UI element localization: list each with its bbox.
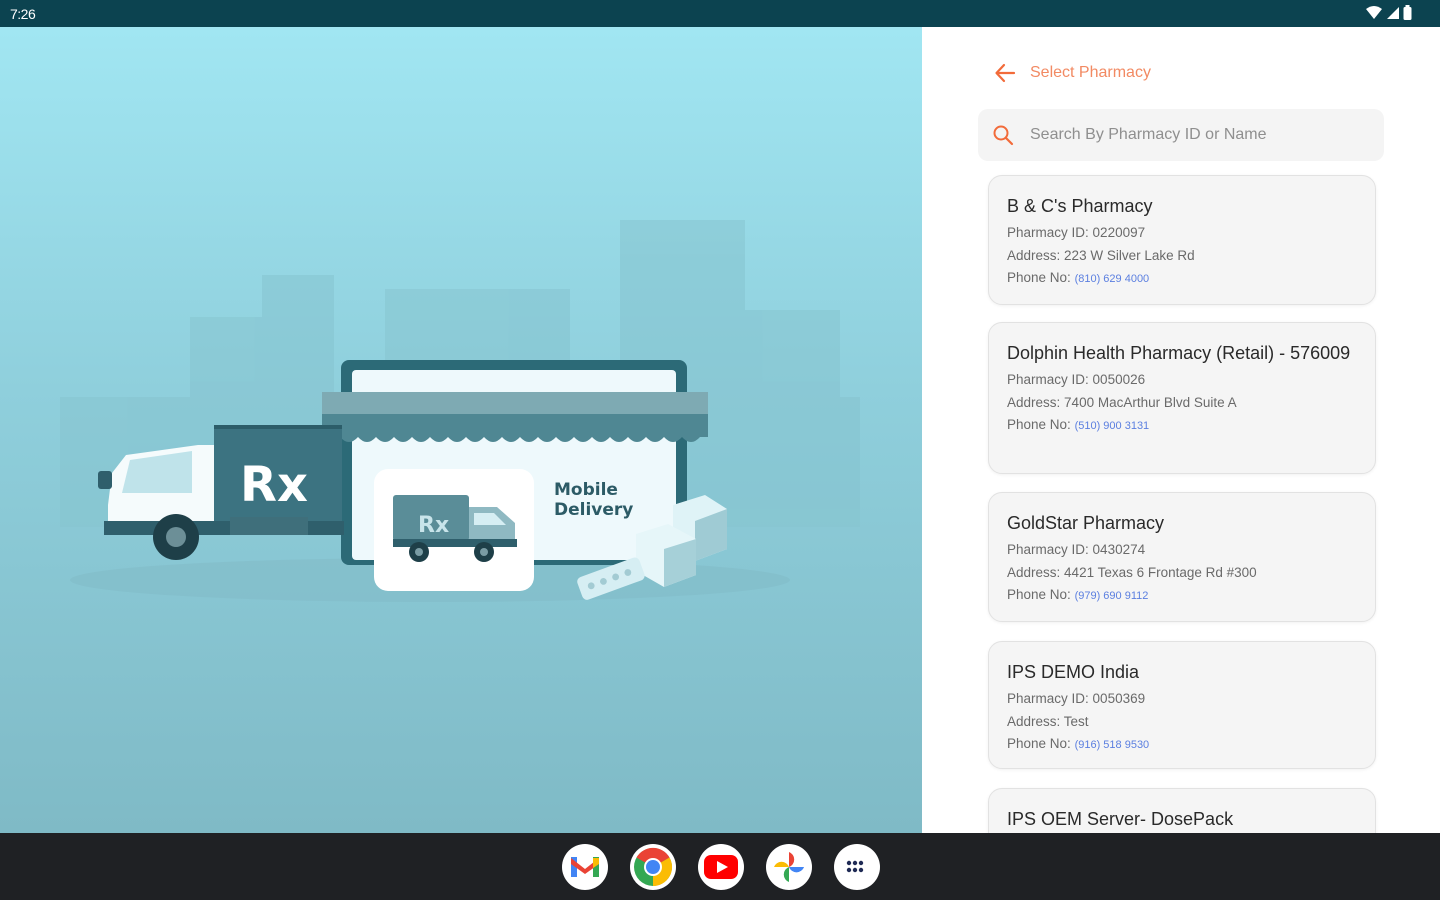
signal-icon	[1387, 6, 1399, 19]
store-line1: Mobile	[554, 480, 618, 500]
pharmacy-address: 4421 Texas 6 Frontage Rd #300	[1064, 564, 1257, 580]
status-icons	[1366, 5, 1412, 20]
pharmacy-id-row: Pharmacy ID: 0050026	[1007, 369, 1357, 392]
wifi-icon	[1366, 5, 1382, 19]
pharmacy-card-ips-demo[interactable]: IPS DEMO India Pharmacy ID: 0050369 Addr…	[988, 641, 1376, 769]
app-dock	[562, 844, 880, 890]
pharmacy-name: B & C's Pharmacy	[1007, 196, 1153, 216]
pharmacy-phone-row: Phone No: (979) 690 9112	[1007, 584, 1357, 608]
truck-rx-label: Rx	[240, 457, 308, 513]
pharmacy-address: Test	[1063, 713, 1089, 729]
pharmacy-id-row: Pharmacy ID: 0220097	[1007, 222, 1357, 245]
hero-illustration: Mobile Delivery Rx Rx	[0, 27, 922, 833]
pharmacy-address-row: Address: Test	[1007, 711, 1357, 734]
back-button[interactable]	[994, 62, 1016, 84]
pharmacy-address-label: Address:	[1007, 394, 1061, 410]
pharmacy-id-label: Pharmacy ID:	[1007, 372, 1089, 387]
search-bar[interactable]	[978, 109, 1384, 161]
pharmacy-phone-link[interactable]: (810) 629 4000	[1075, 273, 1150, 285]
search-input[interactable]	[1030, 126, 1360, 144]
pharmacy-card-dolphin[interactable]: Dolphin Health Pharmacy (Retail) - 57600…	[988, 322, 1376, 474]
pharmacy-address-label: Address:	[1007, 713, 1061, 729]
pharmacy-id-label: Pharmacy ID:	[1007, 225, 1089, 240]
pharmacy-address-label: Address:	[1007, 564, 1061, 580]
pharmacy-id-row: Pharmacy ID: 0430274	[1007, 539, 1357, 562]
chrome-icon	[634, 847, 673, 887]
pharmacy-id-row: Pharmacy ID: 0050369	[1007, 688, 1357, 711]
pharmacy-card-goldstar[interactable]: GoldStar Pharmacy Pharmacy ID: 0430274 A…	[988, 492, 1376, 622]
pharmacy-name: IPS DEMO India	[1007, 662, 1140, 682]
pharmacy-phone-label: Phone No:	[1007, 270, 1071, 285]
pharmacy-card-ips-oem[interactable]: IPS OEM Server- DosePack	[988, 788, 1376, 833]
gmail-icon	[571, 857, 599, 877]
pharmacy-phone-label: Phone No:	[1007, 417, 1071, 432]
gmail-app-button[interactable]	[562, 844, 608, 890]
status-time: 7:26	[10, 6, 36, 22]
pharmacy-phone-link[interactable]: (916) 518 9530	[1075, 739, 1150, 751]
pharmacy-phone-label: Phone No:	[1007, 587, 1071, 602]
pharmacy-id: 0050026	[1092, 372, 1146, 387]
pharmacy-phone-row: Phone No: (810) 629 4000	[1007, 267, 1357, 291]
pharmacy-address-row: Address: 7400 MacArthur Blvd Suite A	[1007, 392, 1357, 415]
select-pharmacy-panel: Select Pharmacy B & C's Pharmacy Pharmac…	[922, 27, 1440, 833]
status-bar: 7:26	[0, 0, 1440, 27]
delivery-card: Rx	[374, 469, 534, 591]
pharmacy-phone-row: Phone No: (510) 900 3131	[1007, 414, 1357, 438]
youtube-icon	[704, 855, 738, 879]
pharmacy-id: 0430274	[1092, 542, 1146, 557]
header: Select Pharmacy	[994, 61, 1151, 85]
photos-app-button[interactable]	[766, 844, 812, 890]
pharmacy-id-label: Pharmacy ID:	[1007, 691, 1089, 706]
pharmacy-address-row: Address: 223 W Silver Lake Rd	[1007, 245, 1357, 268]
pharmacy-address-label: Address:	[1007, 247, 1061, 263]
page-title: Select Pharmacy	[1030, 64, 1151, 81]
pharmacy-address: 7400 MacArthur Blvd Suite A	[1064, 394, 1237, 410]
pharmacy-phone-label: Phone No:	[1007, 736, 1071, 751]
pharmacy-name: GoldStar Pharmacy	[1007, 513, 1165, 533]
taskbar	[0, 833, 1440, 900]
pharmacy-card-bc[interactable]: B & C's Pharmacy Pharmacy ID: 0220097 Ad…	[988, 175, 1376, 305]
store-line2: Delivery	[554, 500, 633, 520]
arrow-left-icon	[995, 63, 1016, 83]
photos-icon	[774, 852, 804, 882]
pharmacy-id-label: Pharmacy ID:	[1007, 542, 1089, 557]
pharmacy-id: 0050369	[1092, 691, 1146, 706]
battery-icon	[1403, 5, 1412, 20]
chrome-app-button[interactable]	[630, 844, 676, 890]
apps-grid-icon	[846, 860, 864, 873]
pharmacy-id: 0220097	[1092, 225, 1146, 240]
youtube-app-button[interactable]	[698, 844, 744, 890]
pharmacy-phone-row: Phone No: (916) 518 9530	[1007, 733, 1357, 757]
pharmacy-phone-link[interactable]: (979) 690 9112	[1075, 590, 1149, 602]
small-truck-rx-label: Rx	[418, 513, 449, 538]
search-icon	[992, 124, 1014, 146]
pharmacy-phone-link[interactable]: (510) 900 3131	[1075, 420, 1150, 432]
pharmacy-address: 223 W Silver Lake Rd	[1064, 247, 1195, 263]
delivery-illustration: Mobile Delivery Rx Rx	[60, 220, 860, 602]
app-launcher-button[interactable]	[834, 844, 880, 890]
pharmacy-name: Dolphin Health Pharmacy (Retail) - 57600…	[1007, 343, 1351, 363]
pharmacy-name: IPS OEM Server- DosePack	[1007, 809, 1234, 829]
pharmacy-address-row: Address: 4421 Texas 6 Frontage Rd #300	[1007, 562, 1357, 585]
